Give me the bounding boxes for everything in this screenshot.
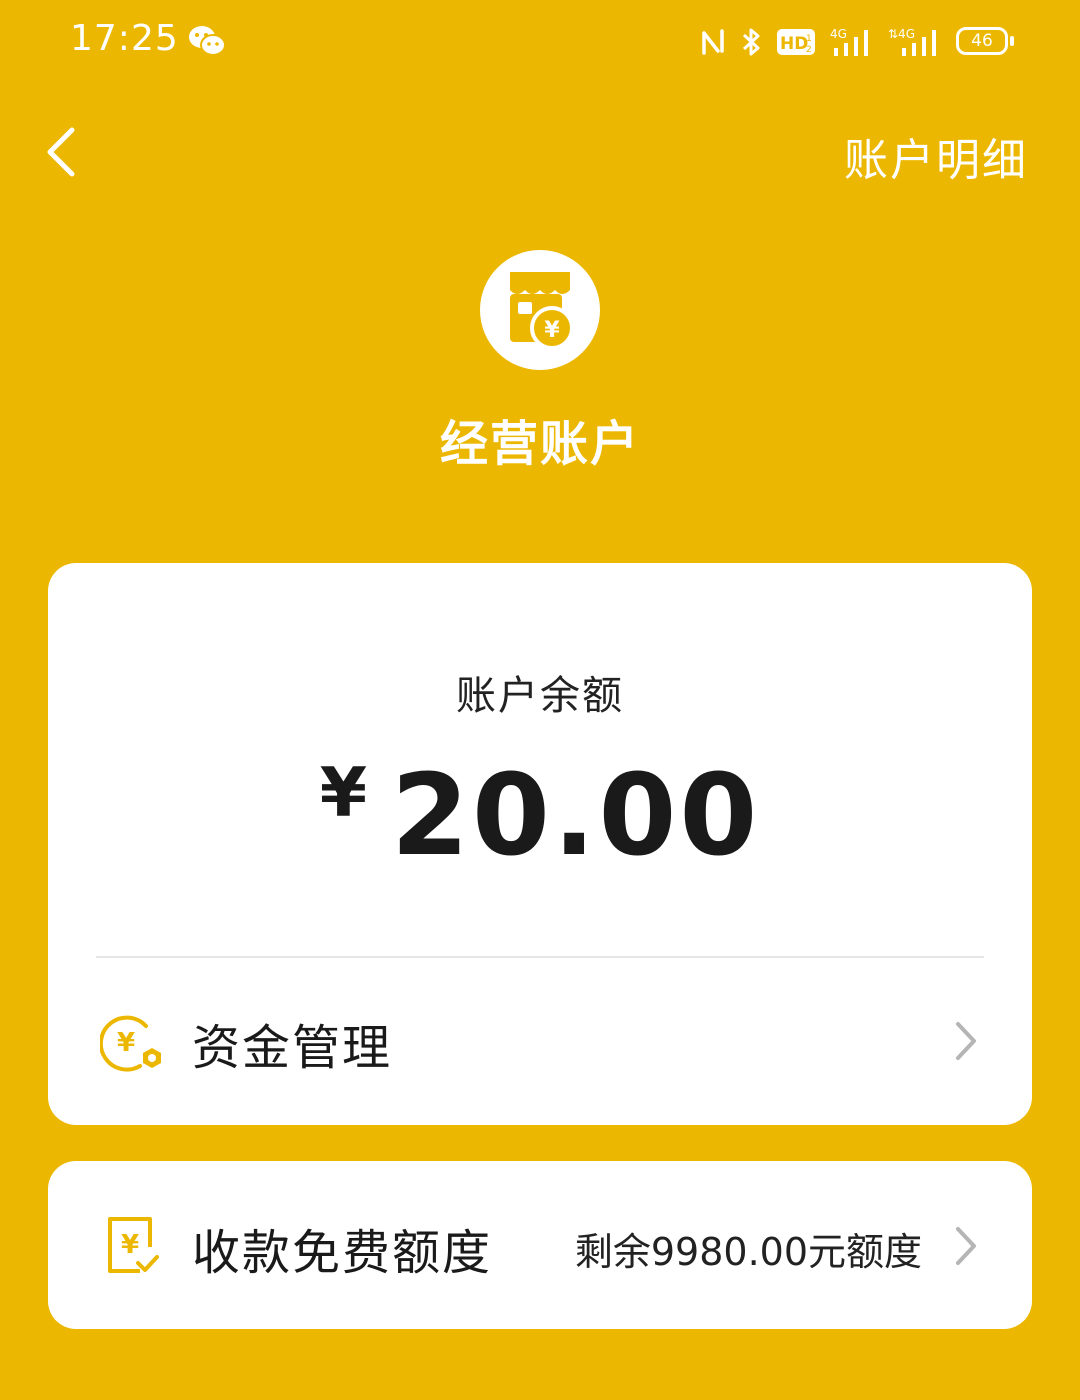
- nav-bar: 账户明细: [0, 96, 1080, 206]
- status-bar: 17:25 HD 1 2 4G ⇅4G 46: [0, 0, 1080, 84]
- svg-text:4G: 4G: [830, 27, 847, 41]
- chevron-left-icon[interactable]: [40, 124, 84, 180]
- wechat-icon: [189, 26, 226, 56]
- svg-text:¥: ¥: [117, 1028, 135, 1058]
- balance-caption: 账户余额: [456, 673, 624, 719]
- svg-text:¥: ¥: [544, 318, 560, 343]
- account-header: ¥ 经营账户: [0, 250, 1080, 474]
- balance-value: 20.00: [391, 751, 761, 881]
- balance-amount: ¥20.00: [48, 751, 1032, 881]
- shop-yuan-icon: ¥: [480, 250, 600, 370]
- svg-text:⇅4G: ⇅4G: [888, 27, 915, 41]
- signal-4g-2-icon: ⇅4G: [888, 27, 936, 56]
- bluetooth-icon: [742, 28, 760, 56]
- free-quota-remaining: 剩余9980.00元额度: [574, 1230, 922, 1274]
- nfc-icon: [702, 29, 724, 55]
- svg-text:HD: HD: [780, 34, 808, 54]
- hd-volte-icon: HD 1 2: [777, 29, 815, 55]
- balance-card: 账户余额 ¥20.00 ¥ 资金管理: [48, 563, 1032, 1125]
- battery-level: 46: [971, 30, 993, 51]
- yuan-receipt-check-icon: ¥: [108, 1217, 159, 1273]
- free-quota-label: 收款免费额度: [192, 1225, 493, 1281]
- yuan-gear-icon: ¥: [100, 1015, 161, 1072]
- svg-text:¥: ¥: [121, 1230, 139, 1260]
- battery-icon: 46: [956, 27, 1014, 57]
- signal-4g-1-icon: 4G: [830, 27, 868, 56]
- currency-symbol: ¥: [319, 754, 368, 833]
- divider: [96, 956, 984, 958]
- account-details-link[interactable]: 账户明细: [844, 124, 1028, 188]
- account-name: 经营账户: [439, 416, 640, 472]
- free-quota-card[interactable]: ¥ 收款免费额度 剩余9980.00元额度: [48, 1161, 1032, 1329]
- svg-text:2: 2: [806, 45, 812, 55]
- status-time: 17:25: [70, 18, 179, 59]
- svg-text:1: 1: [806, 34, 812, 44]
- chevron-right-icon: [956, 1022, 976, 1060]
- status-icons: HD 1 2 4G ⇅4G 46: [700, 20, 1014, 64]
- fund-management-label: 资金管理: [192, 1020, 393, 1076]
- fund-management-row[interactable]: ¥ 资金管理: [48, 990, 1032, 1090]
- chevron-right-icon: [956, 1227, 976, 1265]
